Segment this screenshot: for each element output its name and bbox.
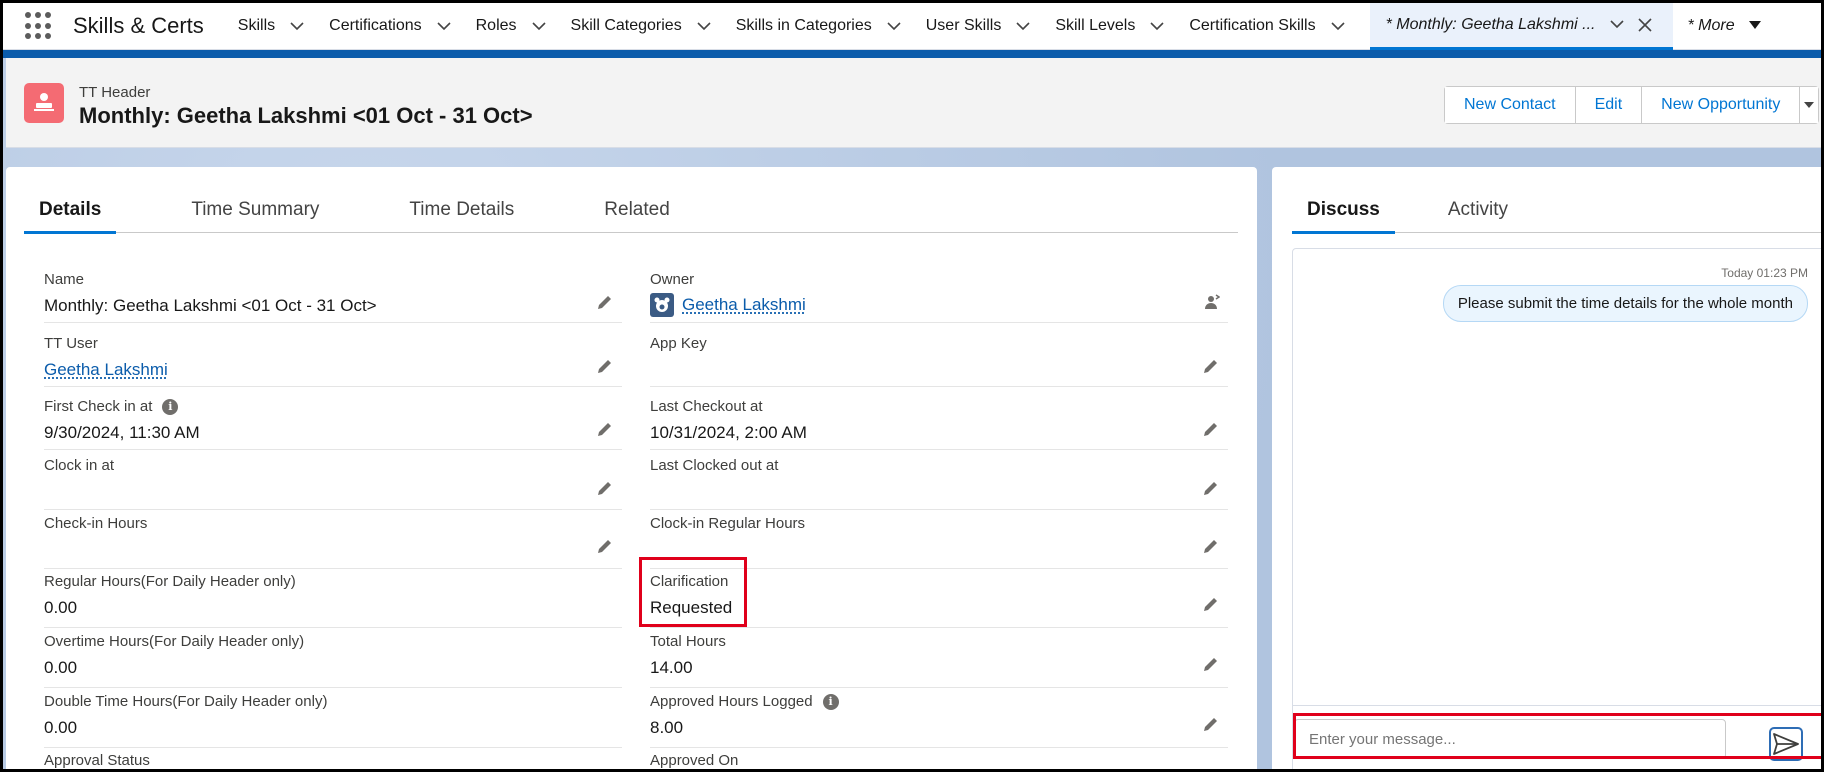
caret-down-icon <box>1748 17 1761 35</box>
pencil-icon[interactable] <box>1202 655 1222 675</box>
nav-item-certification-skills[interactable]: Certification Skills <box>1189 3 1369 50</box>
pencil-icon[interactable] <box>596 479 616 499</box>
header-actions: New Contact Edit New Opportunity <box>1444 86 1820 124</box>
nav-item-skill-levels[interactable]: Skill Levels <box>1055 3 1189 50</box>
field-regular-hours: Regular Hours(For Daily Header only) 0.0… <box>44 573 622 628</box>
record-header: TT Header Monthly: Geetha Lakshmi <01 Oc… <box>6 58 1821 148</box>
chat-message: Please submit the time details for the w… <box>1442 285 1808 322</box>
clarification-highlight <box>639 557 747 627</box>
chevron-down-icon[interactable] <box>882 14 906 38</box>
more-actions-icon[interactable] <box>1800 87 1819 123</box>
nav-item-roles[interactable]: Roles <box>476 3 571 50</box>
pencil-icon[interactable] <box>1202 357 1222 377</box>
info-icon[interactable]: i <box>822 693 839 710</box>
pencil-icon[interactable] <box>1202 595 1222 615</box>
tab-related[interactable]: Related <box>589 195 685 233</box>
field-first-check-in: First Check in at i 9/30/2024, 11:30 AM <box>44 398 622 450</box>
tab-activity[interactable]: Activity <box>1433 195 1523 233</box>
pencil-icon[interactable] <box>1202 715 1222 735</box>
field-approval-status: Approval Status <box>44 752 150 769</box>
nav-tab-active-record[interactable]: * Monthly: Geetha Lakshmi ... <box>1369 3 1674 50</box>
chevron-down-icon[interactable] <box>432 14 456 38</box>
pencil-icon[interactable] <box>596 537 616 557</box>
nav-item-certifications[interactable]: Certifications <box>329 3 475 50</box>
chevron-down-icon[interactable] <box>692 14 716 38</box>
nav-item-skill-categories[interactable]: Skill Categories <box>571 3 736 50</box>
new-opportunity-button[interactable]: New Opportunity <box>1642 87 1801 123</box>
field-total-hours: Total Hours 14.00 <box>650 633 1228 688</box>
page-title: Monthly: Geetha Lakshmi <01 Oct - 31 Oct… <box>79 103 533 128</box>
chat-area <box>1292 248 1821 769</box>
chevron-down-icon[interactable] <box>1011 14 1035 38</box>
change-owner-icon[interactable] <box>1202 293 1222 313</box>
tab-time-summary[interactable]: Time Summary <box>176 195 334 233</box>
pencil-icon[interactable] <box>596 420 616 440</box>
message-timestamp: Today 01:23 PM <box>1721 266 1808 280</box>
info-icon[interactable]: i <box>162 398 179 415</box>
field-approved-on: Approved On <box>650 752 739 769</box>
pencil-icon[interactable] <box>1202 420 1222 440</box>
chevron-down-icon[interactable] <box>1326 14 1350 38</box>
chevron-down-icon[interactable] <box>1145 14 1169 38</box>
field-tt-user: TT User Geetha Lakshmi <box>44 335 622 387</box>
new-contact-button[interactable]: New Contact <box>1445 87 1576 123</box>
tab-time-details[interactable]: Time Details <box>394 195 529 233</box>
brand-band <box>3 50 1821 58</box>
nav-more[interactable]: * More <box>1687 17 1761 35</box>
edit-button[interactable]: Edit <box>1575 87 1643 123</box>
chevron-down-icon[interactable] <box>285 14 309 38</box>
field-name: Name Monthly: Geetha Lakshmi <01 Oct - 3… <box>44 271 622 323</box>
field-app-key: App Key <box>650 335 1228 387</box>
field-last-checkout: Last Checkout at 10/31/2024, 2:00 AM <box>650 398 1228 450</box>
pencil-icon[interactable] <box>596 293 616 313</box>
owner-link[interactable]: Geetha Lakshmi <box>682 295 806 315</box>
details-panel: Details Time Summary Time Details Relate… <box>6 167 1257 769</box>
composer-divider <box>1292 705 1821 706</box>
tt-user-link[interactable]: Geetha Lakshmi <box>44 360 168 380</box>
tab-details[interactable]: Details <box>24 195 117 234</box>
waffle-icon[interactable] <box>25 12 53 40</box>
field-double-time-hours: Double Time Hours(For Daily Header only)… <box>44 693 622 748</box>
discuss-panel: Discuss Activity Today 01:23 PM Please s… <box>1272 167 1821 769</box>
field-owner: Owner Geetha Lakshmi <box>650 271 1228 323</box>
discuss-tabs: Discuss Activity <box>1292 195 1821 234</box>
pencil-icon[interactable] <box>1202 537 1222 557</box>
field-overtime-hours: Overtime Hours(For Daily Header only) 0.… <box>44 633 622 688</box>
record-tabs: Details Time Summary Time Details Relate… <box>24 195 1238 234</box>
composer-highlight <box>1293 713 1821 759</box>
app-window: Skills & Certs Skills Certifications Rol… <box>0 0 1824 772</box>
app-name: Skills & Certs <box>73 13 204 38</box>
chevron-down-icon[interactable] <box>527 14 551 38</box>
close-icon[interactable] <box>1633 13 1657 37</box>
nav-item-user-skills[interactable]: User Skills <box>926 3 1056 50</box>
nav-item-skills[interactable]: Skills <box>238 3 329 50</box>
tab-discuss[interactable]: Discuss <box>1292 195 1395 234</box>
field-approved-hours-logged: Approved Hours Logged i 8.00 <box>650 693 1228 748</box>
nav-item-skills-in-categories[interactable]: Skills in Categories <box>736 3 926 50</box>
top-nav: Skills & Certs Skills Certifications Rol… <box>3 3 1821 50</box>
field-check-in-hours: Check-in Hours <box>44 515 622 569</box>
pencil-icon[interactable] <box>596 357 616 377</box>
field-last-clocked-out: Last Clocked out at <box>650 457 1228 510</box>
record-type: TT Header <box>79 84 151 101</box>
pencil-icon[interactable] <box>1202 479 1222 499</box>
field-clock-in: Clock in at <box>44 457 622 510</box>
avatar <box>650 293 674 317</box>
timesheet-icon <box>24 83 64 123</box>
chevron-down-icon[interactable] <box>1605 13 1629 37</box>
